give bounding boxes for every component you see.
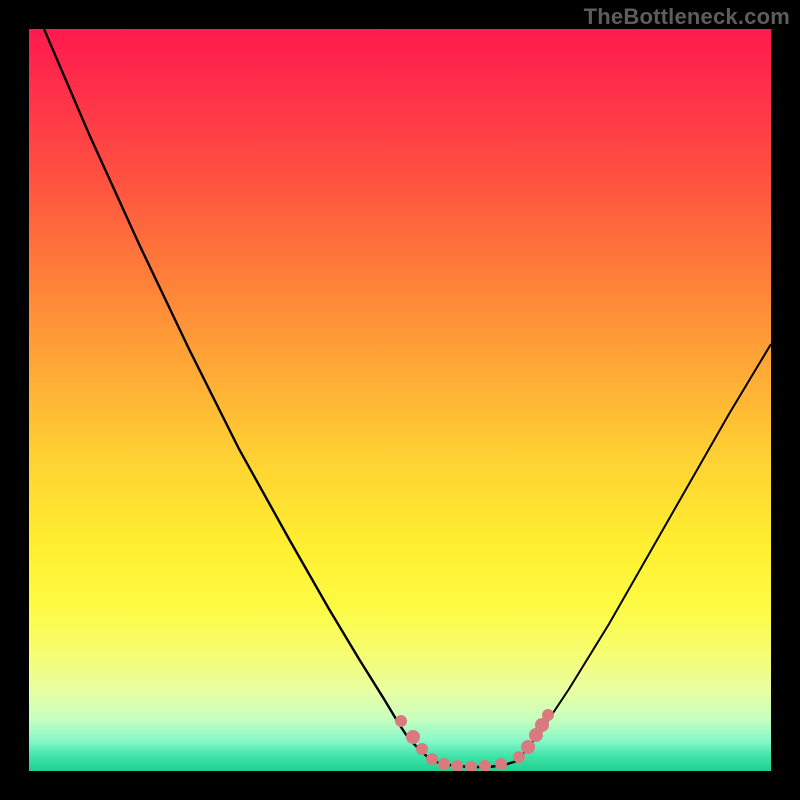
- outer-frame: TheBottleneck.com: [0, 0, 800, 800]
- curve-right-branch: [517, 344, 771, 761]
- marker-floor-1: [438, 758, 450, 770]
- marker-left-1: [395, 715, 407, 727]
- marker-floor-3: [465, 761, 477, 771]
- marker-floor-4: [479, 760, 491, 771]
- marker-group: [395, 709, 554, 771]
- marker-floor-5: [495, 758, 507, 770]
- marker-left-3: [416, 743, 428, 755]
- marker-right-2: [521, 740, 535, 754]
- plot-area: [29, 29, 771, 771]
- marker-left-4: [426, 753, 438, 765]
- marker-right-1: [513, 751, 525, 763]
- marker-left-2: [406, 730, 420, 744]
- attribution-label: TheBottleneck.com: [584, 4, 790, 30]
- curve-group: [44, 29, 771, 767]
- curve-left-branch: [44, 29, 432, 761]
- chart-svg: [29, 29, 771, 771]
- marker-floor-2: [451, 760, 463, 771]
- marker-right-5: [542, 709, 554, 721]
